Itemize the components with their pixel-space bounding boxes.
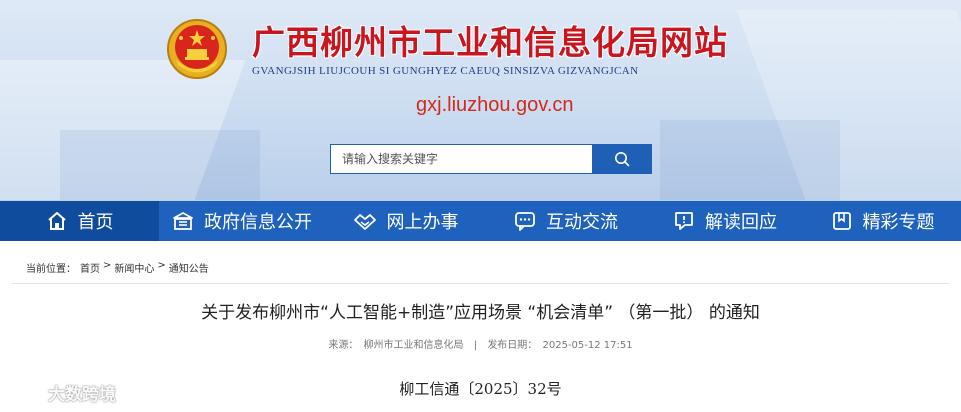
divider	[12, 283, 949, 284]
breadcrumb: 当前位置： 首页 > 新闻中心 > 通知公告	[26, 260, 209, 275]
breadcrumb-separator: >	[157, 260, 166, 271]
watermark-text: 大数跨境	[48, 385, 116, 405]
nav-item-interaction[interactable]: 互动交流	[486, 201, 646, 241]
banner-decoration	[60, 130, 260, 200]
national-emblem-icon	[166, 18, 228, 80]
watermark: 大数跨境	[6, 380, 116, 405]
main-nav: 首页 政府信息公开 网上办事 互动交流 解读回应 精彩专题	[0, 201, 961, 241]
nav-label: 精彩专题	[862, 212, 935, 233]
nav-item-online-services[interactable]: 网上办事	[325, 201, 486, 241]
breadcrumb-home-link[interactable]: 首页	[80, 260, 100, 275]
building-icon	[173, 212, 193, 230]
nav-label: 互动交流	[546, 212, 618, 233]
logo-icon	[7, 385, 41, 400]
breadcrumb-separator: >	[103, 260, 112, 271]
site-subtitle: GVANGJSIH LIUJCOUH SI GUNGHYEZ CAEUQ SIN…	[252, 65, 639, 77]
date-label: 发布日期：	[487, 340, 538, 351]
handshake-icon	[353, 214, 376, 230]
document-number: 柳工信通〔2025〕32号	[399, 380, 562, 398]
meta-separator: |	[473, 340, 478, 351]
search-input[interactable]	[331, 145, 593, 173]
breadcrumb-label: 当前位置：	[26, 264, 76, 275]
article-date: 2025-05-12 17:51	[542, 340, 633, 351]
nav-label: 政府信息公开	[204, 212, 312, 233]
breadcrumb-notice-link[interactable]: 通知公告	[169, 260, 209, 275]
bookmark-icon	[832, 212, 851, 230]
site-title: 广西柳州市工业和信息化局网站	[252, 23, 728, 62]
search-box	[330, 144, 652, 174]
nav-label: 网上办事	[386, 212, 459, 233]
chat-icon	[515, 212, 535, 231]
nav-item-special-topics[interactable]: 精彩专题	[804, 201, 961, 241]
message-icon	[675, 212, 693, 230]
nav-label: 首页	[77, 212, 114, 233]
header-banner: 广西柳州市工业和信息化局网站 GVANGJSIH LIUJCOUH SI GUN…	[0, 0, 961, 201]
search-button[interactable]	[592, 145, 651, 173]
article-meta: 来源： 柳州市工业和信息化局 | 发布日期： 2025-05-12 17:51	[0, 336, 961, 351]
home-icon	[47, 212, 66, 230]
nav-item-gov-info[interactable]: 政府信息公开	[159, 201, 325, 241]
source-label: 来源：	[328, 340, 359, 351]
search-icon	[614, 152, 629, 167]
nav-label: 解读回应	[705, 212, 777, 233]
banner-decoration	[660, 120, 840, 200]
nav-item-home[interactable]: 首页	[0, 201, 159, 241]
breadcrumb-news-link[interactable]: 新闻中心	[114, 260, 154, 275]
nav-item-interpretation[interactable]: 解读回应	[646, 201, 804, 241]
article-title: 关于发布柳州市“人工智能+制造”应用场景 “机会清单” （第一批） 的通知	[201, 303, 760, 323]
article-source: 柳州市工业和信息化局	[363, 340, 464, 351]
site-domain: gxj.liuzhou.gov.cn	[416, 94, 574, 116]
